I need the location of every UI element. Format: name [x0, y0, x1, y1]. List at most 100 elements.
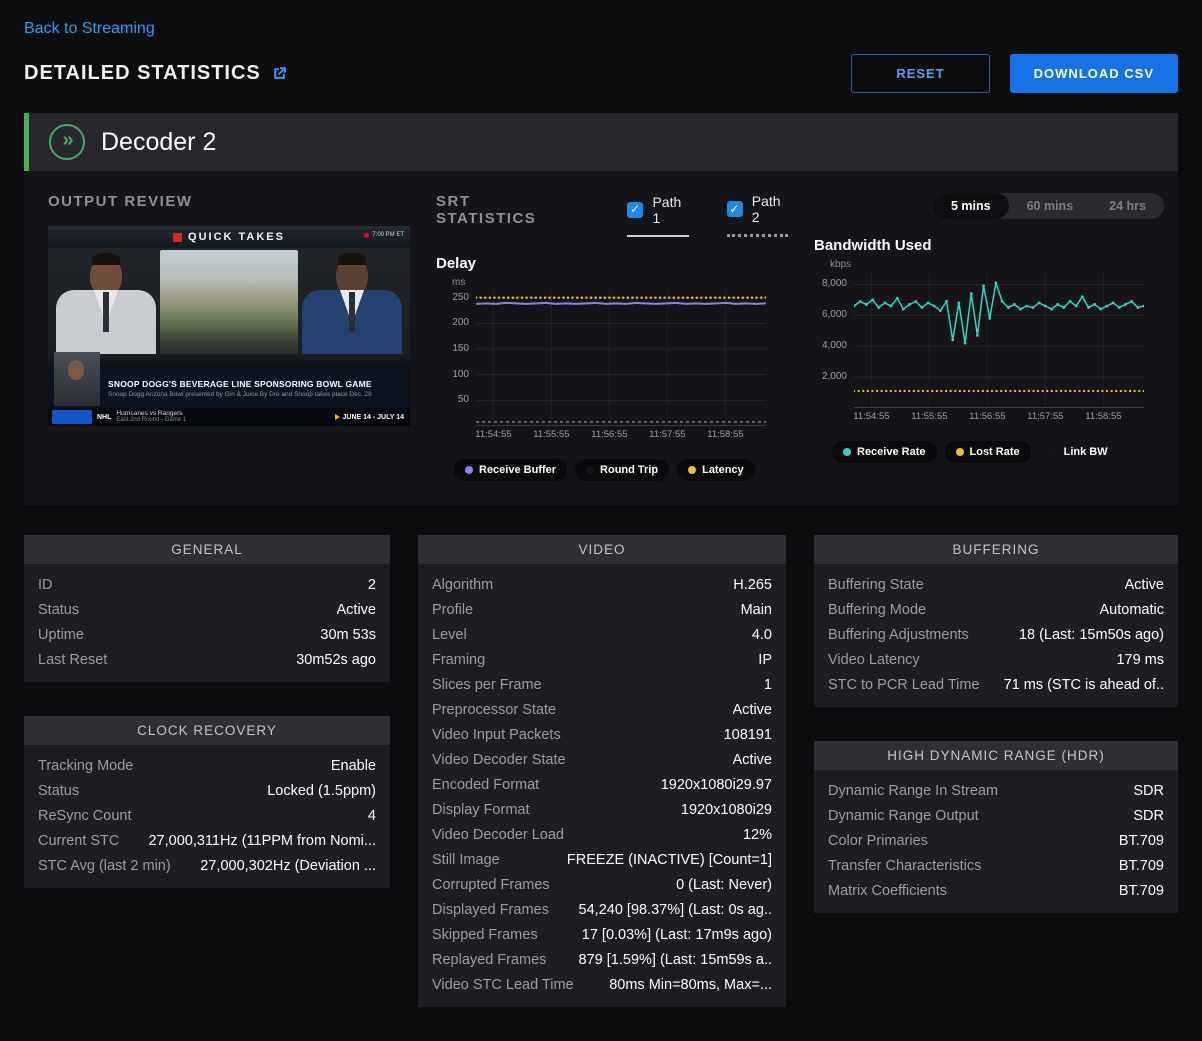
ticker-teams: Hurricanes vs Rangers — [116, 410, 186, 417]
stat-value: 879 [1.59%] (Last: 15m59s a.. — [579, 952, 772, 968]
stat-row-video-decoder-state: Video Decoder StateActive — [418, 747, 786, 772]
panel-rows: Buffering StateActiveBuffering ModeAutom… — [814, 564, 1178, 697]
legend-dot-icon — [586, 466, 594, 474]
bandwidth-chart: Bandwidth Usedkbps2,0004,0006,0008,00011… — [814, 237, 1164, 463]
stat-label: Preprocessor State — [432, 702, 556, 718]
stat-row-slices-per-frame: Slices per Frame1 — [418, 672, 786, 697]
stat-value: 0 (Last: Never) — [676, 877, 772, 893]
preview-show-title: QUICK TAKES — [188, 231, 285, 243]
y-tick-label: 100 — [452, 369, 469, 380]
stat-value: Active — [1125, 577, 1165, 593]
path1-label: Path 1 — [652, 194, 688, 226]
stat-label: Replayed Frames — [432, 952, 546, 968]
stat-label: Display Format — [432, 802, 530, 818]
y-tick-label: 200 — [452, 317, 469, 328]
stats-panel-clock-recovery: CLOCK RECOVERYTracking ModeEnableStatusL… — [24, 716, 390, 888]
video-preview: QUICK TAKES 7:00 PM ET SNOOP DOGG'S BEVE… — [48, 226, 410, 426]
stat-value: 71 ms (STC is ahead of.. — [1004, 677, 1164, 693]
range-option-24-hrs[interactable]: 24 hrs — [1091, 193, 1164, 219]
stat-row-corrupted-frames: Corrupted Frames0 (Last: Never) — [418, 872, 786, 897]
x-tick-label: 11:54:55 — [475, 429, 511, 440]
stats-grid: GENERALID2StatusActiveUptime30m 53sLast … — [24, 535, 1178, 1041]
time-range-toggle: 5 mins60 mins24 hrs — [933, 193, 1164, 219]
range-option-5-mins[interactable]: 5 mins — [933, 193, 1009, 219]
stat-row-video-latency: Video Latency179 ms — [814, 647, 1178, 672]
y-tick-label: 4,000 — [822, 340, 847, 351]
legend-receive-rate[interactable]: Receive Rate — [832, 441, 937, 463]
right-commentator — [294, 244, 410, 356]
decoder-header: ›› Decoder 2 — [24, 113, 1178, 171]
chart-legend: Receive Rate Lost Rate Link BW — [832, 441, 1164, 463]
download-csv-button[interactable]: DOWNLOAD CSV — [1010, 54, 1178, 93]
legend-link-bw[interactable]: Link BW — [1039, 441, 1119, 463]
srt-statistics-header: SRT STATISTICS Path 1 Path 2 — [436, 193, 788, 237]
back-to-streaming-link[interactable]: Back to Streaming — [24, 20, 155, 38]
stat-row-algorithm: AlgorithmH.265 — [418, 572, 786, 597]
x-tick-label: 11:56:55 — [591, 429, 627, 440]
stats-column-0: GENERALID2StatusActiveUptime30m 53sLast … — [24, 535, 390, 922]
preview-main-scene — [48, 248, 410, 368]
legend-receive-buffer[interactable]: Receive Buffer — [454, 459, 567, 481]
legend-latency[interactable]: Latency — [677, 459, 755, 481]
legend-label: Receive Buffer — [479, 464, 556, 476]
stat-label: Last Reset — [38, 652, 107, 668]
stat-value: Active — [337, 602, 377, 618]
preview-inset-photo — [54, 352, 100, 406]
legend-label: Round Trip — [600, 464, 658, 476]
y-tick-label: 2,000 — [822, 371, 847, 382]
stat-label: Dynamic Range Output — [828, 808, 979, 824]
legend-label: Lost Rate — [970, 446, 1020, 458]
stat-row-tracking-mode: Tracking ModeEnable — [24, 753, 390, 778]
stat-label: Skipped Frames — [432, 927, 538, 943]
stat-row-resync-count: ReSync Count4 — [24, 803, 390, 828]
stat-row-transfer-characteristics: Transfer CharacteristicsBT.709 — [814, 853, 1178, 878]
stat-value: Enable — [331, 758, 376, 774]
stat-label: STC to PCR Lead Time — [828, 677, 980, 693]
stat-label: Level — [432, 627, 467, 643]
stat-row-uptime: Uptime30m 53s — [24, 622, 390, 647]
stat-label: ReSync Count — [38, 808, 132, 824]
external-link-icon[interactable] — [271, 65, 288, 82]
legend-dot-icon — [843, 448, 851, 456]
stat-row-level: Level4.0 — [418, 622, 786, 647]
legend-dot-icon — [465, 466, 473, 474]
stat-row-displayed-frames: Displayed Frames54,240 [98.37%] (Last: 0… — [418, 897, 786, 922]
header-actions: RESET DOWNLOAD CSV — [851, 54, 1178, 93]
stat-value: Active — [733, 752, 773, 768]
stat-value: IP — [758, 652, 772, 668]
path1-checkbox[interactable]: Path 1 — [627, 193, 688, 237]
chart-title: Bandwidth Used — [814, 237, 1164, 254]
y-tick-label: 6,000 — [822, 309, 847, 320]
stadium-view — [160, 250, 298, 356]
checkbox-checked-icon — [627, 202, 643, 218]
page-title-text: DETAILED STATISTICS — [24, 62, 261, 85]
stat-value: 1920x1080i29.97 — [661, 777, 772, 793]
stat-row-current-stc: Current STC27,000,311Hz (11PPM from Nomi… — [24, 828, 390, 853]
stats-column-1: VIDEOAlgorithmH.265ProfileMainLevel4.0Fr… — [418, 535, 786, 1041]
stat-value: 1 — [764, 677, 772, 693]
stat-label: Encoded Format — [432, 777, 539, 793]
path2-checkbox[interactable]: Path 2 — [727, 193, 788, 237]
ticker-dates: JUNE 14 - JULY 14 — [335, 414, 404, 421]
range-option-60-mins[interactable]: 60 mins — [1009, 193, 1092, 219]
stat-label: Video STC Lead Time — [432, 977, 574, 993]
chart-x-axis: 11:54:5511:55:5511:56:5511:57:5511:58:55 — [854, 411, 1144, 426]
stat-label: Matrix Coefficients — [828, 883, 947, 899]
legend-lost-rate[interactable]: Lost Rate — [945, 441, 1031, 463]
stat-row-color-primaries: Color PrimariesBT.709 — [814, 828, 1178, 853]
left-commentator — [48, 244, 164, 356]
stat-label: Transfer Characteristics — [828, 858, 981, 874]
stat-row-dynamic-range-output: Dynamic Range OutputSDR — [814, 803, 1178, 828]
stat-label: Status — [38, 783, 79, 799]
srt-statistics-title: SRT STATISTICS — [436, 193, 569, 227]
chart-plot-area: 2,0004,0006,0008,000 — [814, 272, 1164, 408]
network-logo-icon — [173, 233, 182, 242]
x-tick-label: 11:56:55 — [969, 411, 1005, 422]
chart-x-axis: 11:54:5511:55:5511:56:5511:57:5511:58:55 — [476, 429, 766, 444]
stat-label: Still Image — [432, 852, 500, 868]
legend-dot-icon — [1050, 448, 1058, 456]
reset-button[interactable]: RESET — [851, 54, 989, 93]
legend-round-trip[interactable]: Round Trip — [575, 459, 669, 481]
panel-title: GENERAL — [24, 535, 390, 564]
stat-value: 17 [0.03%] (Last: 17m9s ago) — [582, 927, 772, 943]
